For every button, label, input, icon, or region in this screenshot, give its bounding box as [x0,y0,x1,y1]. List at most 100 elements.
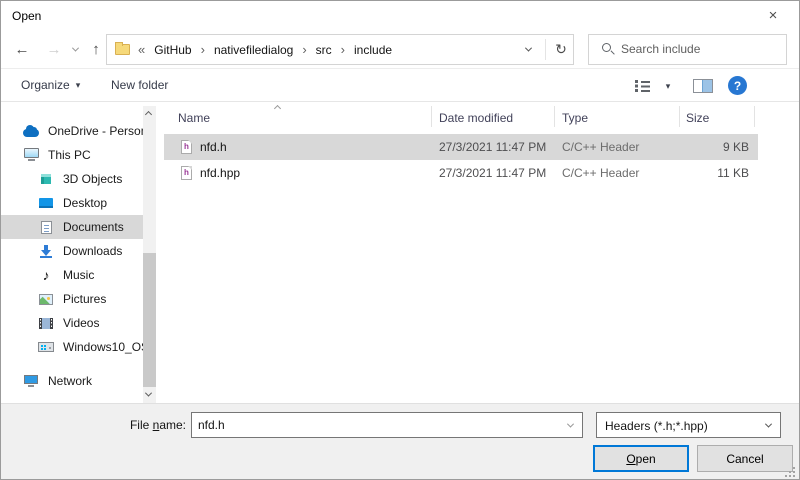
sidebar-item-3d-objects[interactable]: 3D Objects [1,167,143,191]
new-folder-button[interactable]: New folder [111,69,168,101]
command-toolbar: Organize ▾ New folder ▾ ? [1,69,799,102]
breadcrumb-item-include[interactable]: include [354,43,392,57]
sidebar-item-network[interactable]: Network [1,369,143,393]
cancel-button-label: Cancel [726,452,763,466]
navigation-bar: ← → ↑ « GitHub › nativefiledialog › src … [1,31,799,69]
details-view-button[interactable] [635,79,650,92]
organize-label: Organize [21,78,70,92]
dialog-body: OneDrive - Person This PC 3D Objects Des… [1,102,799,403]
sidebar-item-label: OneDrive - Person [48,124,143,138]
close-icon: × [769,7,778,24]
sort-ascending-icon [274,105,281,112]
preview-pane-button[interactable] [693,79,713,93]
file-name-input[interactable] [198,414,548,436]
folder-icon [115,44,130,55]
open-file-dialog: Open × ← → ↑ « GitHub › nativefiledialog… [0,0,800,480]
address-bar[interactable]: « GitHub › nativefiledialog › src › incl… [106,34,574,65]
3d-cube-icon [38,174,54,184]
chevron-right-icon: › [302,42,306,57]
refresh-icon: ↻ [555,41,567,58]
file-date-modified: 27/3/2021 11:47 PM [439,140,546,154]
column-header-date-modified[interactable]: Date modified [439,111,513,125]
search-icon [602,43,611,52]
address-dropdown-button[interactable] [525,45,532,52]
file-name-combobox [191,412,583,438]
chevron-down-icon: ▾ [666,81,671,92]
sidebar-item-label: This PC [48,148,91,162]
sidebar-item-label: Pictures [63,292,106,306]
chevron-down-icon [71,45,78,52]
column-divider[interactable] [754,106,755,127]
cancel-button[interactable]: Cancel [697,445,793,472]
picture-icon [38,294,54,305]
computer-icon [23,148,39,162]
open-button[interactable]: Open [593,445,689,472]
sidebar-item-label: Documents [63,220,124,234]
sidebar-item-desktop[interactable]: Desktop [1,191,143,215]
sidebar-scrollbar[interactable] [143,106,156,403]
refresh-button[interactable]: ↻ [548,35,574,64]
new-folder-label: New folder [111,78,168,92]
chevron-right-icon: › [201,42,205,57]
breadcrumb-item-github[interactable]: GitHub [154,43,191,57]
recent-locations-button[interactable] [67,31,83,68]
back-button[interactable]: ← [9,31,35,68]
sidebar-item-downloads[interactable]: Downloads [1,239,143,263]
sidebar-item-label: 3D Objects [63,172,122,186]
header-file-icon: h [181,166,192,180]
views-dropdown-button[interactable]: ▾ [659,76,677,96]
sidebar-item-documents[interactable]: Documents [1,215,143,239]
file-name-label: File name: [1,418,186,432]
file-list: Name Date modified Type Size h nfd.h 27/… [161,102,799,403]
download-arrow-icon [38,245,54,258]
column-header-type[interactable]: Type [562,111,588,125]
breadcrumb-overflow-icon[interactable]: « [138,42,145,57]
file-row-nfd-hpp[interactable]: h nfd.hpp 27/3/2021 11:47 PM C/C++ Heade… [164,160,758,186]
file-row-nfd-h[interactable]: h nfd.h 27/3/2021 11:47 PM C/C++ Header … [164,134,758,160]
dialog-footer: File name: Headers (*.h;*.hpp) Open Canc… [1,403,799,480]
film-icon [38,318,54,329]
scrollbar-thumb[interactable] [143,253,156,387]
sidebar-item-label: Music [63,268,94,282]
column-header-name[interactable]: Name [178,111,210,125]
column-divider[interactable] [431,106,432,127]
sidebar-item-pictures[interactable]: Pictures [1,287,143,311]
sidebar-item-label: Windows10_OS (C: [63,340,143,354]
chevron-down-icon [765,421,772,428]
sidebar-item-windows10-os[interactable]: Windows10_OS (C: [1,335,143,359]
scroll-down-icon[interactable] [145,390,152,397]
sidebar-item-music[interactable]: ♪ Music [1,263,143,287]
resize-grip[interactable] [785,467,796,478]
scroll-up-icon[interactable] [145,111,152,118]
document-icon [38,221,54,234]
sidebar-item-onedrive[interactable]: OneDrive - Person [1,119,143,143]
column-divider[interactable] [554,106,555,127]
chevron-down-icon: ▾ [76,80,81,91]
search-input[interactable] [621,36,781,62]
file-type-select[interactable]: Headers (*.h;*.hpp) [596,412,781,438]
up-arrow-icon: ↑ [92,41,100,58]
file-date-modified: 27/3/2021 11:47 PM [439,166,546,180]
sidebar-item-label: Downloads [63,244,122,258]
network-icon [23,375,39,388]
sidebar-item-this-pc[interactable]: This PC [1,143,143,167]
sidebar-item-label: Videos [63,316,99,330]
close-button[interactable]: × [755,3,791,27]
file-size: 11 KB [644,166,749,180]
back-arrow-icon: ← [15,41,30,58]
help-icon: ? [734,79,741,93]
breadcrumb-item-nativefiledialog[interactable]: nativefiledialog [214,43,293,57]
help-button[interactable]: ? [728,76,747,95]
file-name: nfd.h [200,140,227,154]
chevron-down-icon[interactable] [567,421,574,428]
forward-button[interactable]: → [41,31,67,68]
column-header-size[interactable]: Size [686,111,709,125]
search-box [588,34,787,65]
breadcrumb: « GitHub › nativefiledialog › src › incl… [138,35,392,64]
chevron-right-icon: › [341,42,345,57]
breadcrumb-item-src[interactable]: src [316,43,332,57]
organize-button[interactable]: Organize ▾ [21,69,80,101]
column-divider[interactable] [679,106,680,127]
sidebar-item-label: Network [48,374,92,388]
sidebar-item-videos[interactable]: Videos [1,311,143,335]
